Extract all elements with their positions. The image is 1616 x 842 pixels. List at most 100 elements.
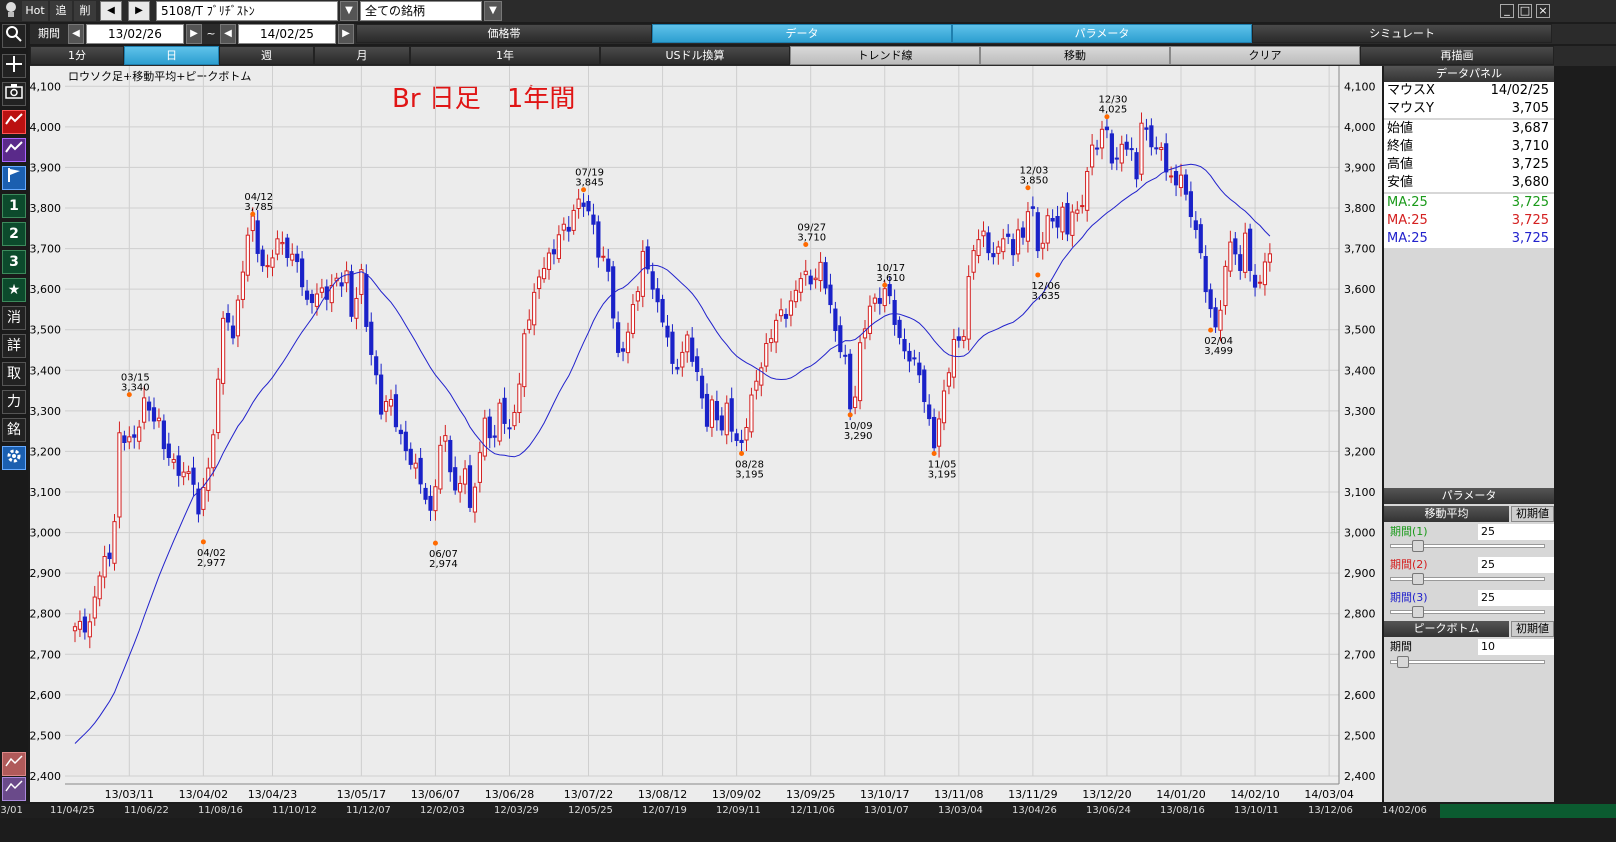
ma-period-input[interactable]: 25: [1478, 524, 1554, 540]
y-tick-label-left: 4,000: [30, 121, 61, 134]
star-icon[interactable]: ★: [2, 278, 26, 302]
period-from-prev[interactable]: ◀: [68, 24, 84, 44]
overview-date-label: 13/04/26: [1012, 805, 1057, 816]
ma-period-slider-thumb[interactable]: [1411, 573, 1424, 585]
next-stock-button[interactable]: ▶: [128, 1, 150, 21]
tf-1year[interactable]: 1年: [410, 46, 600, 65]
market-dropdown-button[interactable]: ▼: [484, 1, 502, 21]
candle-body: [171, 459, 176, 463]
stock-button[interactable]: 銘: [2, 418, 26, 442]
candle-body: [838, 325, 843, 353]
hot-button[interactable]: Hot: [22, 1, 48, 21]
overview-date-label: 12/11/06: [790, 805, 835, 816]
peak-bottom-reset-button[interactable]: 初期値: [1511, 621, 1554, 637]
y-tick-label-right: 3,800: [1344, 202, 1376, 215]
camera-icon[interactable]: [2, 82, 26, 106]
overview-date-label: 11/10/12: [272, 805, 317, 816]
preset-2-button[interactable]: 2: [2, 222, 26, 246]
move-button[interactable]: 移動: [980, 46, 1170, 65]
top-toolbar: Hot 追 削 ◀ ▶ 5108/T ﾌﾞﾘﾁﾞｽﾄﾝ ▼ 全ての銘柄 ▼ _ …: [0, 0, 1616, 22]
add-button[interactable]: 追: [50, 1, 72, 21]
fetch-button[interactable]: 取: [2, 362, 26, 386]
overview-date-label: 13/12/06: [1308, 805, 1353, 816]
tab-data[interactable]: データ: [652, 24, 952, 43]
detail-button[interactable]: 詳: [2, 334, 26, 358]
crosshair-icon[interactable]: [2, 54, 26, 78]
candle-body: [1183, 174, 1189, 195]
mini-chart-red-icon[interactable]: [2, 752, 26, 776]
tf-1min[interactable]: 1分: [30, 46, 124, 65]
line-chart-red-icon[interactable]: [2, 110, 26, 134]
erase-button[interactable]: 消: [2, 306, 26, 330]
candle-body: [897, 319, 902, 338]
settings-gear-icon[interactable]: [2, 446, 26, 470]
tab-simulate[interactable]: シミュレート: [1252, 24, 1552, 43]
bulb-icon[interactable]: [2, 1, 20, 21]
period-to-next[interactable]: ▶: [338, 24, 354, 44]
candle-body: [729, 398, 734, 432]
preset-1-button[interactable]: 1: [2, 194, 26, 218]
redraw-button[interactable]: 再描画: [1360, 46, 1554, 65]
overview-date-bar[interactable]: 13/01 11/04/25 11/06/22 11/08/16 11/10/12 11/…: [0, 804, 1440, 818]
candle-body: [1213, 307, 1218, 328]
minimize-icon[interactable]: _: [1500, 4, 1514, 18]
y-tick-label-right: 3,500: [1344, 324, 1376, 337]
delete-button[interactable]: 削: [74, 1, 96, 21]
candle-body: [97, 575, 102, 600]
candle-body: [1030, 206, 1035, 209]
tf-week[interactable]: 週: [219, 46, 314, 65]
period-from-input[interactable]: 13/02/26: [86, 24, 184, 44]
period-from-next[interactable]: ▶: [186, 24, 202, 44]
chart-area[interactable]: ロウソク足+移動平均+ピークボトム Br 日足 1年間 2,400 2,400 2,…: [30, 66, 1382, 802]
stock-code-input[interactable]: 5108/T ﾌﾞﾘﾁﾞｽﾄﾝ: [156, 1, 338, 21]
stock-dropdown-button[interactable]: ▼: [340, 1, 358, 21]
data-row: 始値 3,687: [1384, 120, 1554, 138]
candle-body: [1094, 147, 1100, 150]
ma-period-input[interactable]: 25: [1478, 557, 1554, 573]
candle-body: [778, 309, 784, 317]
ma-reset-button[interactable]: 初期値: [1511, 506, 1554, 522]
mini-chart-purple-icon[interactable]: [2, 777, 26, 801]
close-icon[interactable]: ×: [1536, 4, 1550, 18]
tab-price-band[interactable]: 価格帯: [356, 24, 652, 43]
input-button[interactable]: 力: [2, 390, 26, 414]
bottom-price-label: 3,635: [1031, 291, 1060, 302]
ma-period-input[interactable]: 25: [1478, 590, 1554, 606]
ma-period-slider-thumb[interactable]: [1411, 606, 1424, 618]
search-icon[interactable]: [2, 24, 26, 48]
candle-body: [1252, 274, 1258, 288]
candle-body: [92, 596, 97, 619]
period-to-prev[interactable]: ◀: [220, 24, 236, 44]
bottom-price-label: 3,195: [928, 469, 957, 480]
period-to-input[interactable]: 14/02/25: [238, 24, 336, 44]
flag-icon[interactable]: [2, 166, 26, 190]
candle-body: [280, 241, 285, 245]
data-row-key: マウスX: [1387, 83, 1435, 98]
tf-month[interactable]: 月: [314, 46, 410, 65]
candle-body: [472, 486, 478, 513]
usd-convert-button[interactable]: USドル換算: [600, 46, 790, 65]
market-select[interactable]: 全ての銘柄: [360, 1, 482, 21]
peak-period-input[interactable]: 10: [1478, 639, 1554, 655]
peak-period-slider[interactable]: [1390, 660, 1545, 664]
prev-stock-button[interactable]: ◀: [100, 1, 122, 21]
clear-button[interactable]: クリア: [1170, 46, 1360, 65]
candle-body: [1124, 141, 1129, 150]
candle-body: [304, 290, 310, 300]
tf-day[interactable]: 日: [124, 46, 219, 65]
peak-bottom-marker: [739, 450, 745, 456]
overview-scroll-area[interactable]: [1440, 804, 1616, 818]
x-tick-label: 13/11/29: [1008, 788, 1057, 801]
peak-period-slider-thumb[interactable]: [1397, 656, 1410, 668]
tab-parameter[interactable]: パラメータ: [952, 24, 1252, 43]
preset-3-button[interactable]: 3: [2, 250, 26, 274]
candle-body: [142, 397, 147, 423]
trend-line-button[interactable]: トレンド線: [790, 46, 980, 65]
candlestick-chart[interactable]: 2,400 2,400 2,500 2,500 2,600 2,600 2,700 2,700…: [30, 66, 1382, 802]
maximize-icon[interactable]: □: [1518, 4, 1532, 18]
candle-body: [917, 362, 922, 376]
line-chart-purple-icon[interactable]: [2, 138, 26, 162]
param-panel-header: パラメータ: [1384, 488, 1554, 504]
candle-body: [872, 297, 877, 304]
ma-period-slider-thumb[interactable]: [1411, 540, 1424, 552]
